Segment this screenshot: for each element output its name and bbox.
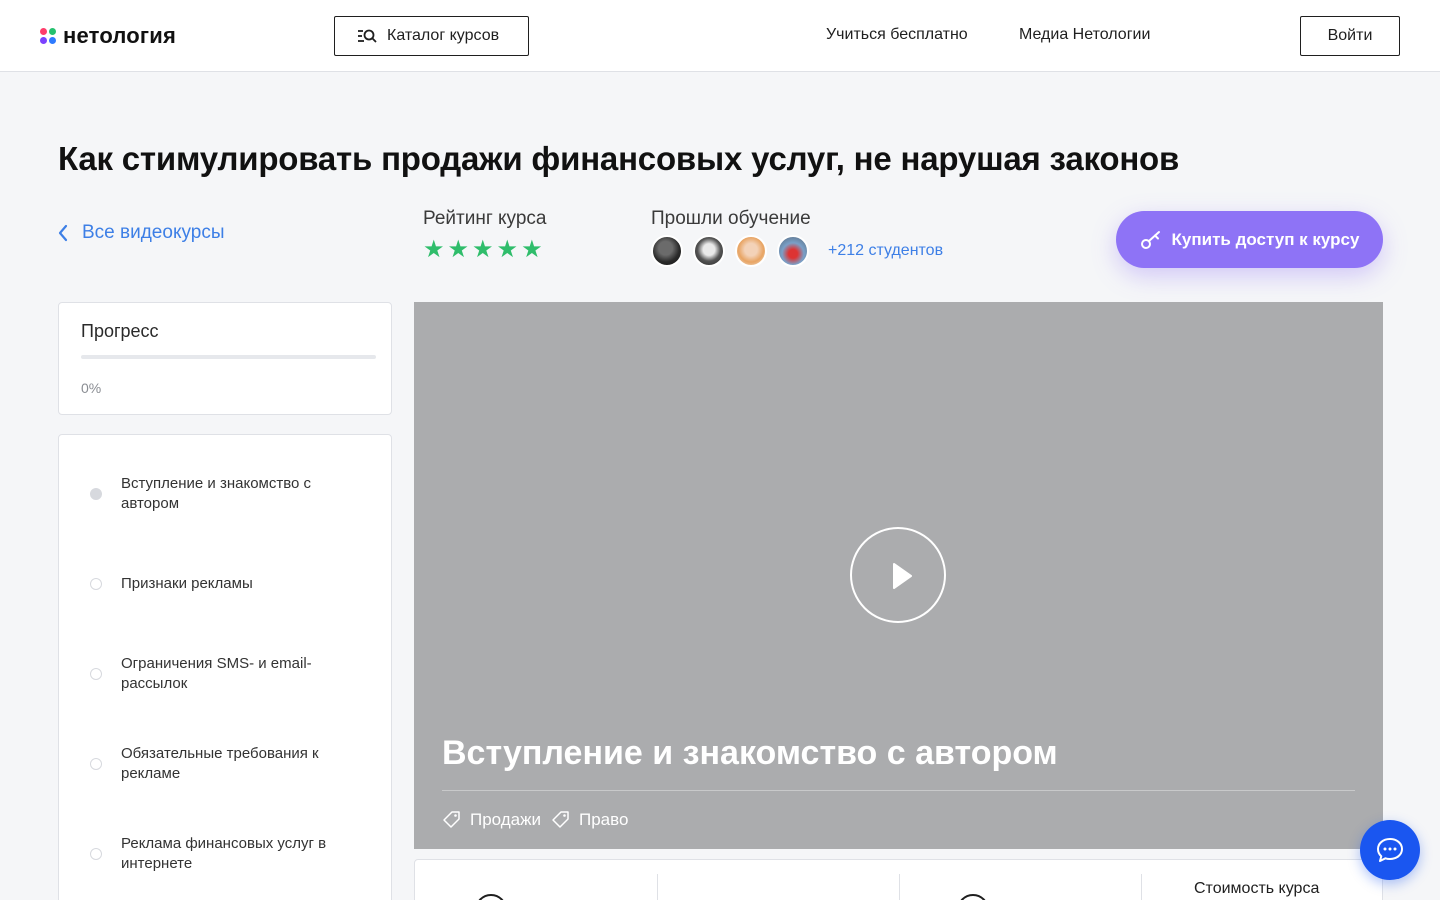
lesson-title: Признаки рекламы xyxy=(121,575,253,592)
info-circle-icon xyxy=(475,894,507,900)
students-count[interactable]: +212 студентов xyxy=(828,242,943,260)
lesson-item[interactable]: Обязательные требования к рекламе xyxy=(59,729,391,799)
info-circle-icon xyxy=(957,894,989,900)
lesson-title: Обязательные требования к рекламе xyxy=(121,745,319,782)
chat-button[interactable] xyxy=(1360,820,1420,880)
catalog-search-icon xyxy=(358,29,377,43)
lesson-status-icon xyxy=(90,488,102,500)
progress-card: Прогресс 0% xyxy=(58,302,392,415)
chat-bubble-icon xyxy=(1377,838,1403,862)
rating-label: Рейтинг курса xyxy=(423,208,547,229)
play-button[interactable] xyxy=(850,527,946,623)
lesson-item[interactable]: Реклама финансовых услуг в интернете xyxy=(59,819,391,889)
price-label: Стоимость курса xyxy=(1194,880,1320,897)
key-icon xyxy=(1140,230,1160,249)
logo[interactable]: нетология xyxy=(40,22,176,50)
video-tags: Продажи Право xyxy=(442,810,628,830)
progress-value: 0% xyxy=(81,380,102,396)
lesson-item[interactable]: Вступление и знакомство с автором xyxy=(59,459,391,529)
buy-access-button[interactable]: Купить доступ к курсу xyxy=(1116,211,1383,268)
star-icon: ★ xyxy=(472,236,494,263)
avatar xyxy=(735,235,767,267)
progress-bar xyxy=(81,355,376,359)
lesson-status-icon xyxy=(90,758,102,770)
star-icon: ★ xyxy=(521,236,543,263)
course-info-card: Стоимость курса xyxy=(414,859,1383,900)
lesson-title: Ограничения SMS- и email-рассылок xyxy=(121,655,312,692)
tag-icon xyxy=(443,811,460,828)
divider xyxy=(899,874,900,900)
lesson-title: Реклама финансовых услуг в интернете xyxy=(121,835,327,872)
buy-access-label: Купить доступ к курсу xyxy=(1171,229,1360,249)
play-icon xyxy=(893,563,912,589)
video-title: Вступление и знакомство с автором xyxy=(442,734,1058,772)
chevron-left-icon xyxy=(58,224,68,242)
star-icon: ★ xyxy=(447,236,470,263)
avatar xyxy=(777,235,809,267)
lessons-list: Вступление и знакомство с автором Призна… xyxy=(58,434,392,900)
login-button[interactable]: Войти xyxy=(1300,16,1400,56)
student-avatars xyxy=(651,235,809,267)
site-header: нетология Каталог курсов Учиться бесплат… xyxy=(0,0,1440,72)
divider xyxy=(1141,874,1142,900)
lesson-item[interactable]: Ограничения SMS- и email-рассылок xyxy=(59,639,391,709)
star-icon: ★ xyxy=(496,236,519,263)
nav-link-media[interactable]: Медиа Нетологии xyxy=(1019,26,1150,44)
lesson-item[interactable]: Признаки рекламы xyxy=(59,549,391,619)
lesson-status-icon xyxy=(90,668,102,680)
page-title: Как стимулировать продажи финансовых усл… xyxy=(58,140,1180,177)
star-icon: ★ xyxy=(423,236,445,263)
passed-label: Прошли обучение xyxy=(651,208,811,229)
back-link-label: Все видеокурсы xyxy=(82,222,225,243)
catalog-button[interactable]: Каталог курсов xyxy=(334,16,529,56)
rating-stars: ★ ★ ★ ★ ★ xyxy=(423,238,543,262)
divider xyxy=(657,874,658,900)
logo-mark-icon xyxy=(40,27,57,45)
avatar xyxy=(651,235,683,267)
tag-law[interactable]: Право xyxy=(551,810,628,830)
tag-icon xyxy=(552,811,569,828)
lesson-status-icon xyxy=(90,848,102,860)
lesson-title: Вступление и знакомство с автором xyxy=(121,475,312,512)
logo-text: нетология xyxy=(63,23,177,48)
nav-link-learn-free[interactable]: Учиться бесплатно xyxy=(826,26,968,44)
progress-title: Прогресс xyxy=(81,321,159,341)
back-to-courses-link[interactable]: Все видеокурсы xyxy=(58,222,224,244)
tag-label: Продажи xyxy=(470,810,541,829)
lesson-status-icon xyxy=(90,578,102,590)
tag-sales[interactable]: Продажи xyxy=(442,810,541,830)
video-divider xyxy=(442,790,1355,791)
avatar xyxy=(693,235,725,267)
tag-label: Право xyxy=(579,810,629,829)
video-player[interactable]: Вступление и знакомство с автором Продаж… xyxy=(414,302,1383,849)
catalog-label: Каталог курсов xyxy=(387,27,500,44)
